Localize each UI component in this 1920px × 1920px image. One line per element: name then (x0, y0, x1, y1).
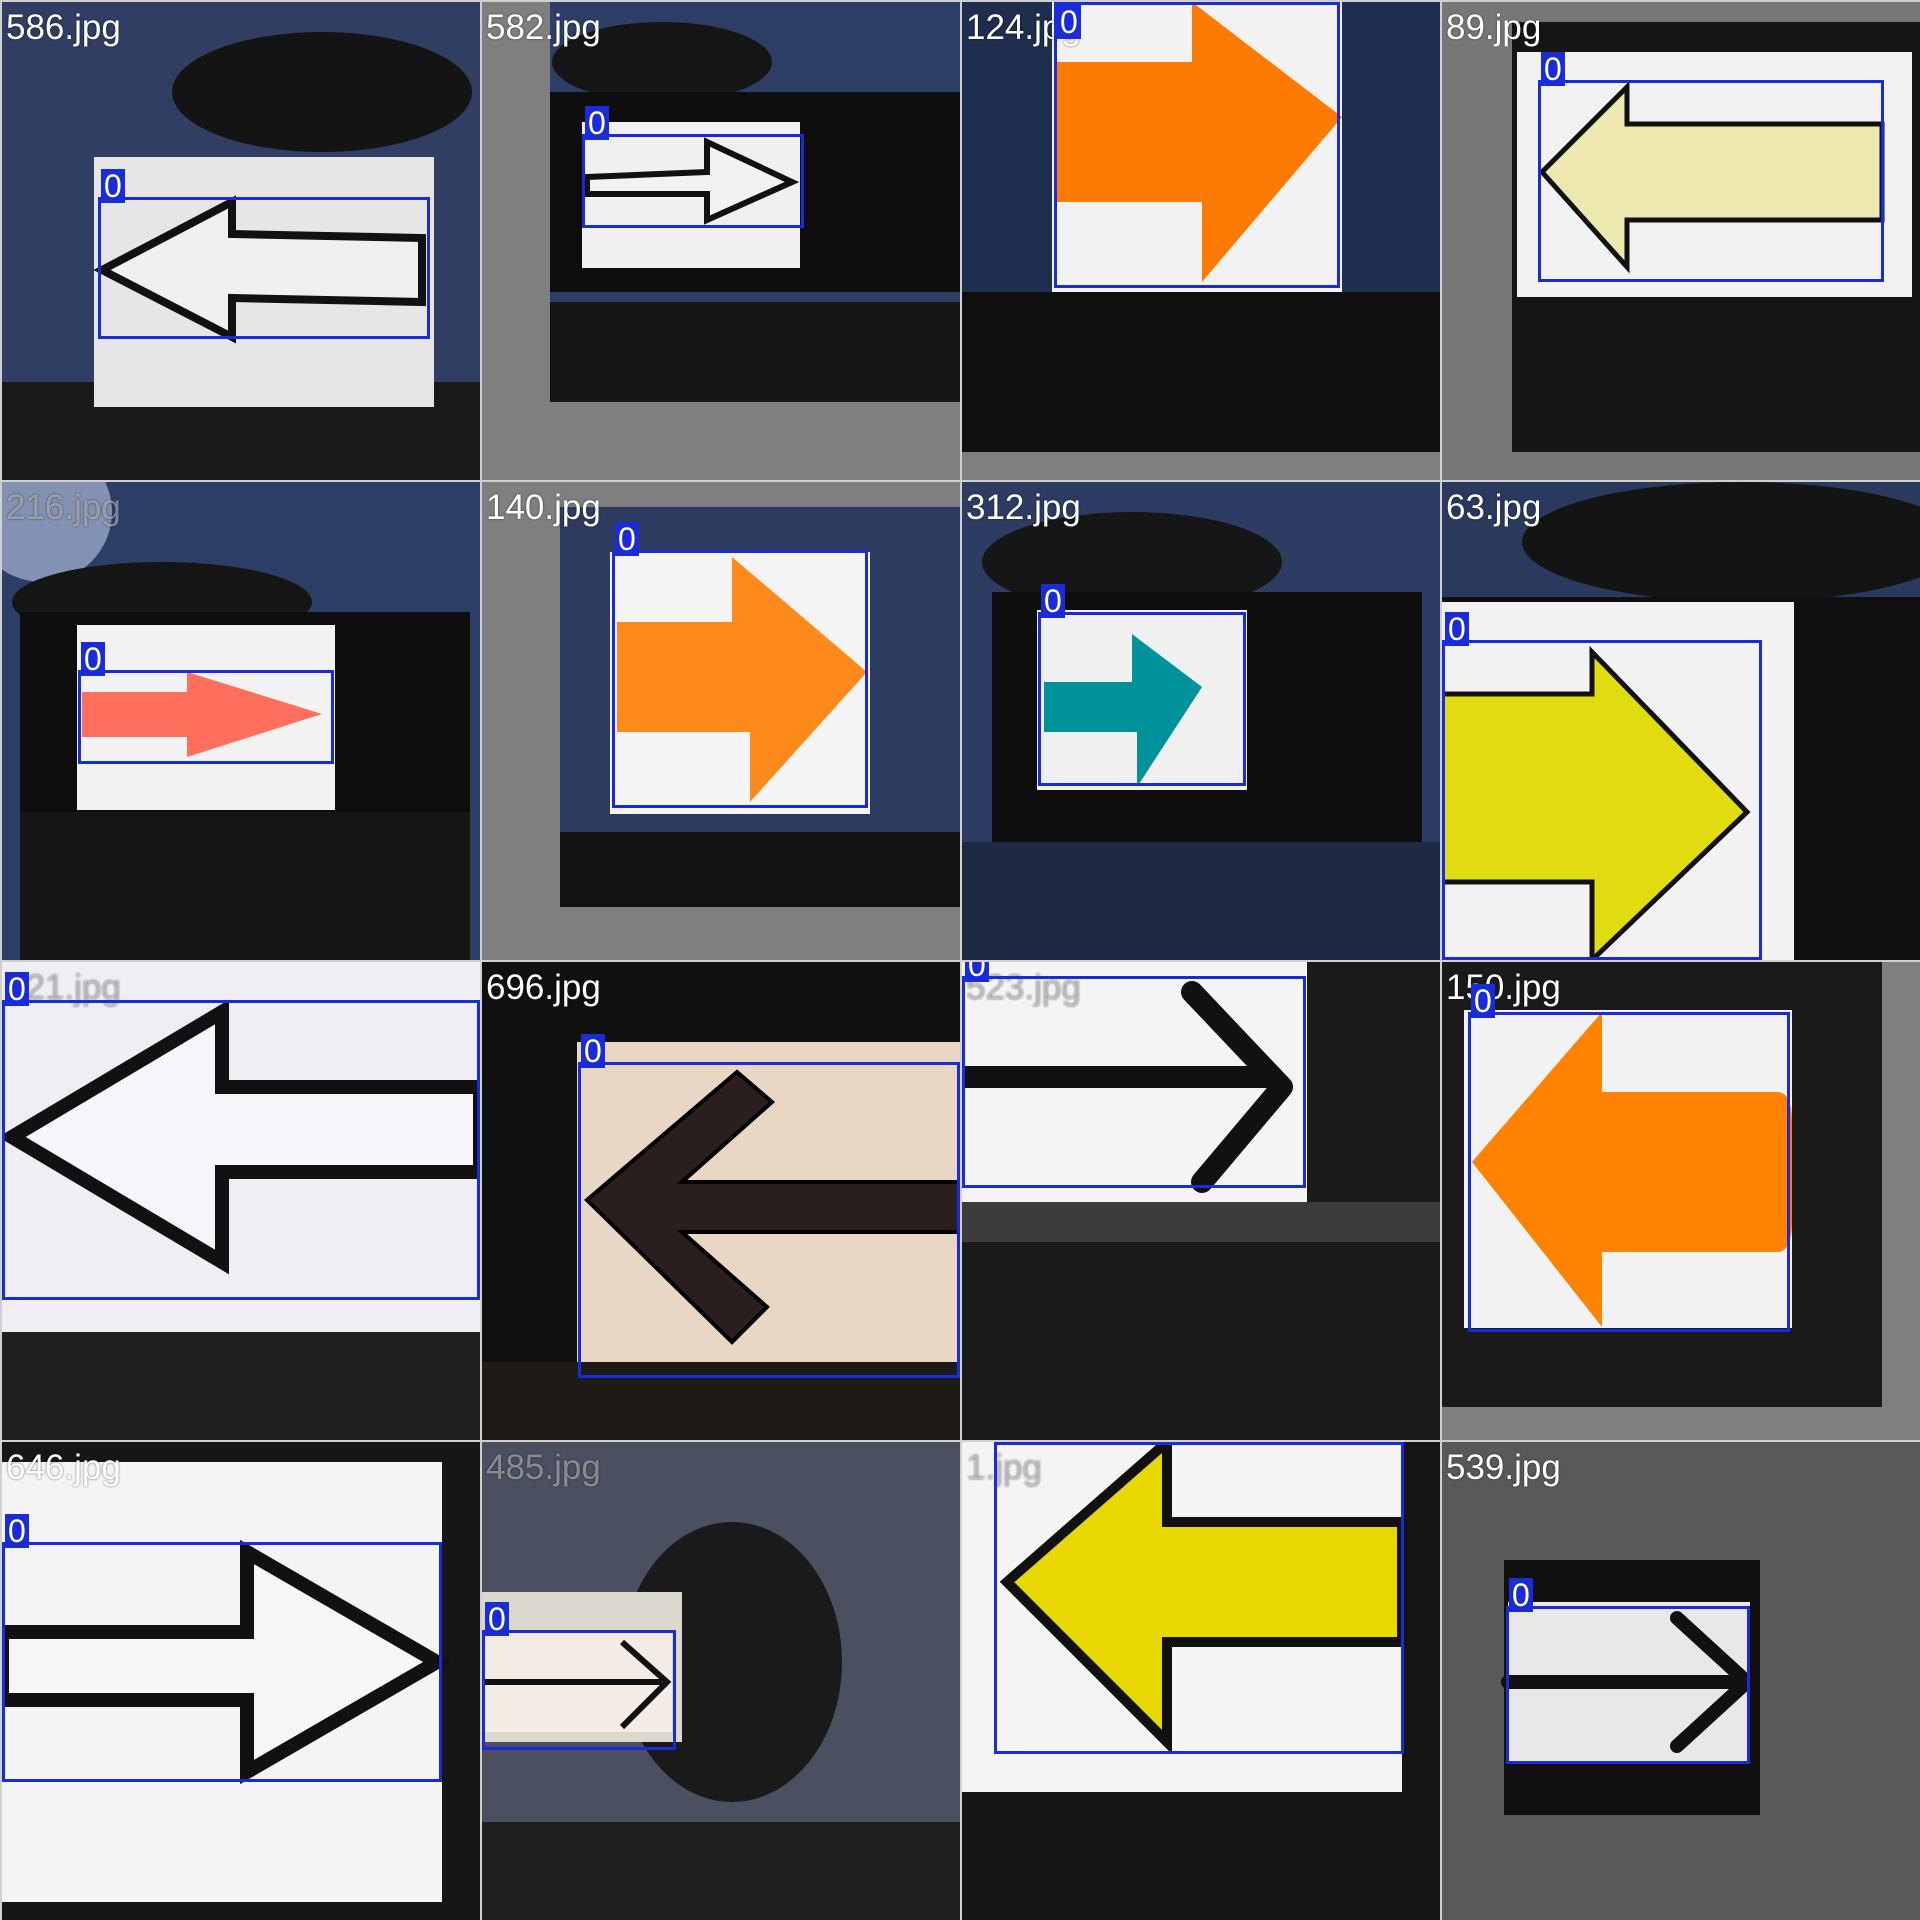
class-label: 0 (81, 642, 105, 676)
tile-89: 89.jpg 0 (1442, 2, 1920, 480)
bounding-box: 0 (2, 972, 480, 1300)
file-name: 216.jpg (6, 488, 121, 527)
tile-586: 586.jpg 0 (2, 2, 480, 480)
tile-523: 523.jpg 0 (962, 962, 1440, 1440)
file-name: 485.jpg (486, 1448, 601, 1487)
tile-646: 646.jpg 0 (2, 1442, 480, 1920)
file-name: 646.jpg (6, 1448, 121, 1487)
bounding-box: 0 (482, 1602, 676, 1750)
bounding-box: 0 (1468, 984, 1790, 1332)
class-label: 0 (1057, 5, 1081, 39)
tile-1: 1.jpg 0 (962, 1442, 1440, 1920)
class-label: 0 (585, 106, 609, 140)
file-name: 312.jpg (966, 488, 1081, 527)
file-name: 140.jpg (486, 488, 601, 527)
class-label: 0 (1509, 1578, 1533, 1612)
scene-image (482, 2, 960, 480)
tile-124: 124.jpg 0 (962, 2, 1440, 480)
class-label: 0 (1041, 584, 1065, 618)
class-label: 0 (1445, 612, 1469, 646)
class-label: 0 (581, 1034, 605, 1068)
bounding-box: 0 (582, 106, 804, 228)
bounding-box: 0 (2, 1514, 442, 1782)
file-name: 539.jpg (1446, 1448, 1561, 1487)
tile-485: 485.jpg 0 (482, 1442, 960, 1920)
bounding-box: 0 (578, 1034, 960, 1378)
bounding-box: 0 (1506, 1578, 1750, 1764)
file-name: 582.jpg (486, 8, 601, 47)
bounding-box: 0 (98, 169, 430, 339)
bounding-box: 0 (994, 1442, 1404, 1754)
bounding-box: 0 (1538, 52, 1884, 282)
tile-140: 140.jpg 0 (482, 482, 960, 960)
class-label: 0 (965, 962, 989, 982)
class-label: 0 (101, 169, 125, 203)
bounding-box: 0 (1054, 2, 1340, 288)
bounding-box: 0 (612, 522, 868, 808)
tile-150: 150.jpg 0 (1442, 962, 1920, 1440)
bounding-box: 0 (1442, 612, 1762, 960)
file-name: 150.jpg (1446, 968, 1561, 1007)
tile-021: 021.jpg 0 (2, 962, 480, 1440)
tile-216: 216.jpg 0 (2, 482, 480, 960)
class-label: 0 (615, 522, 639, 556)
bounding-box: 0 (962, 962, 1306, 1188)
tile-696: 696.jpg 0 (482, 962, 960, 1440)
bounding-box: 0 (78, 642, 334, 764)
file-name: 89.jpg (1446, 8, 1542, 47)
tile-312: 312.jpg 0 (962, 482, 1440, 960)
class-label: 0 (1471, 984, 1495, 1018)
class-label: 0 (5, 972, 29, 1006)
class-label: 0 (5, 1514, 29, 1548)
tile-582: 582.jpg 0 (482, 2, 960, 480)
detection-grid: 586.jpg 0 582.jpg 0 124.jpg 0 89.jpg 0 2… (0, 0, 1920, 1920)
tile-539: 539.jpg 0 (1442, 1442, 1920, 1920)
bounding-box: 0 (1038, 584, 1246, 786)
file-name: 696.jpg (486, 968, 601, 1007)
file-name: 586.jpg (6, 8, 121, 47)
tile-63: 63.jpg 0 (1442, 482, 1920, 960)
file-name: 63.jpg (1446, 488, 1542, 527)
class-label: 0 (1541, 52, 1565, 86)
class-label: 0 (485, 1602, 509, 1636)
